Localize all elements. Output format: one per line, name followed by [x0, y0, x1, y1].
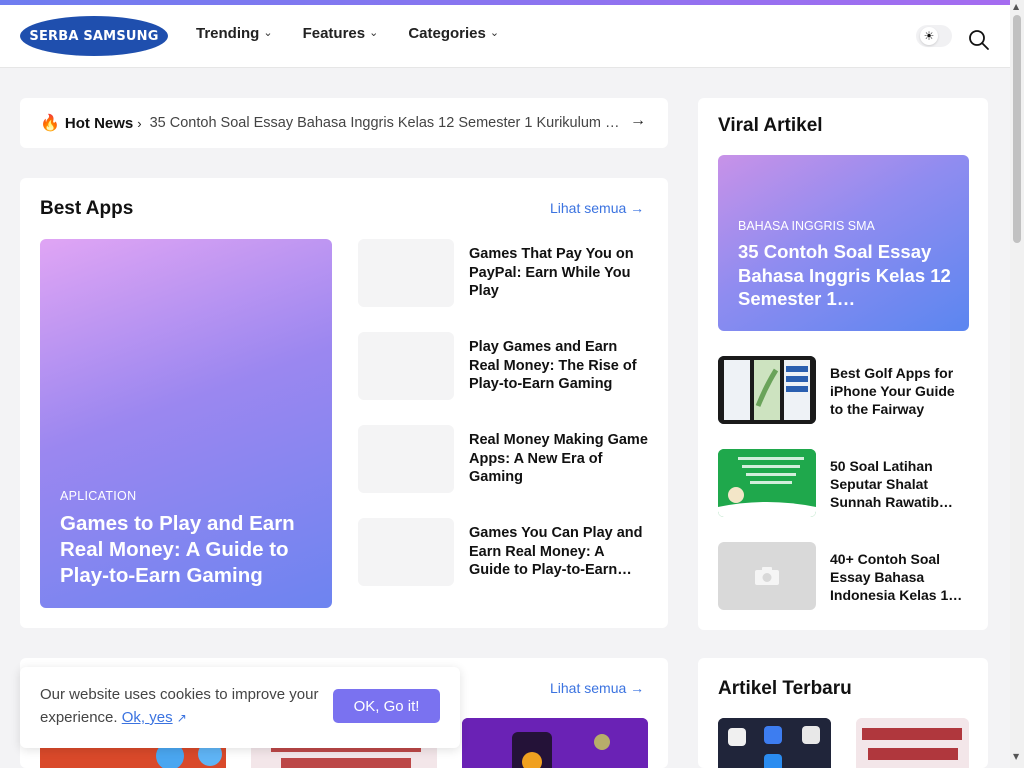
- sun-icon: ☀: [920, 27, 938, 45]
- cookie-banner: Our website uses cookies to improve your…: [20, 667, 460, 748]
- worksheet-cover-image: [718, 449, 816, 517]
- section-title: Viral Artikel: [718, 115, 823, 136]
- scrollbar-thumb[interactable]: [1013, 15, 1021, 243]
- article-title[interactable]: 40+ Contoh Soal Essay Bahasa Indonesia K…: [830, 550, 970, 604]
- list-item[interactable]: Games You Can Play and Earn Real Money: …: [358, 518, 648, 586]
- chevron-down-icon: ⌄: [369, 27, 379, 39]
- article-thumbnail[interactable]: [358, 425, 454, 493]
- article-title[interactable]: 50 Soal Latihan Seputar Shalat Sunnah Ra…: [830, 457, 970, 511]
- section-title: Best Apps: [40, 198, 134, 219]
- article-title[interactable]: Games You Can Play and Earn Real Money: …: [469, 524, 649, 580]
- cookie-accept-button[interactable]: OK, Go it!: [333, 689, 440, 723]
- article-title[interactable]: Play Games and Earn Real Money: The Rise…: [469, 338, 649, 394]
- phone-apps-image: [718, 718, 831, 768]
- site-header: SERBA SAMSUNG Trending ⌄ Features ⌄ Cate…: [0, 5, 1010, 68]
- see-all-link[interactable]: Lihat semua →: [550, 200, 644, 216]
- list-item[interactable]: Games That Pay You on PayPal: Earn While…: [358, 239, 648, 307]
- article-thumbnail[interactable]: [718, 356, 816, 424]
- chevron-down-icon: ⌄: [489, 27, 500, 39]
- nav-item-features[interactable]: Features ⌄: [303, 25, 379, 42]
- viral-section: Viral Artikel BAHASA INGGRIS SMA 35 Cont…: [698, 98, 988, 630]
- article-thumbnail[interactable]: [718, 718, 831, 768]
- hot-news-label: Hot News: [64, 114, 134, 132]
- scroll-up-icon[interactable]: ▲: [1013, 2, 1019, 11]
- article-thumbnail[interactable]: [718, 542, 816, 610]
- article-thumbnail[interactable]: [358, 332, 454, 400]
- external-link-icon: ↗: [176, 711, 187, 725]
- scroll-down-icon[interactable]: ▼: [1013, 752, 1019, 761]
- article-title[interactable]: Real Money Making Game Apps: A New Era o…: [469, 431, 649, 487]
- nav-item-label: Features: [302, 25, 366, 42]
- see-all-link[interactable]: Lihat semua →: [550, 680, 644, 696]
- list-item[interactable]: 40+ Contoh Soal Essay Bahasa Indonesia K…: [718, 542, 969, 610]
- list-item[interactable]: 50 Soal Latihan Seputar Shalat Sunnah Ra…: [718, 449, 969, 517]
- search-icon: [969, 30, 989, 50]
- nav-item-categories[interactable]: Categories ⌄: [408, 25, 499, 42]
- article-title[interactable]: Best Golf Apps for iPhone Your Guide to …: [830, 364, 970, 418]
- chevron-right-icon: ›: [137, 115, 142, 131]
- main-nav: Trending ⌄ Features ⌄ Categories ⌄: [196, 25, 499, 42]
- latest-articles-sidebar: Artikel Terbaru: [698, 658, 988, 768]
- hot-news-headline[interactable]: 35 Contoh Soal Essay Bahasa Inggris Kela…: [150, 115, 620, 131]
- site-logo[interactable]: SERBA SAMSUNG: [20, 16, 168, 56]
- article-thumbnail[interactable]: [462, 718, 648, 768]
- game-promo-image: [462, 718, 648, 768]
- list-item[interactable]: Play Games and Earn Real Money: The Rise…: [358, 332, 648, 400]
- cookie-accept-link[interactable]: Ok, yes: [122, 709, 173, 726]
- article-title[interactable]: Games to Play and Earn Real Money: A Gui…: [60, 511, 320, 589]
- nav-item-label: Categories: [408, 25, 486, 42]
- camera-placeholder-icon: [755, 567, 779, 585]
- hot-news-bar: 🔥 Hot News › 35 Contoh Soal Essay Bahasa…: [20, 98, 668, 148]
- nav-item-trending[interactable]: Trending ⌄: [196, 25, 273, 42]
- theme-toggle[interactable]: ☀: [916, 25, 952, 47]
- section-title: Artikel Terbaru: [718, 678, 852, 699]
- article-category[interactable]: BAHASA INGGRIS SMA: [738, 219, 875, 233]
- article-title[interactable]: 35 Contoh Soal Essay Bahasa Inggris Kela…: [738, 240, 958, 311]
- best-apps-section: Best Apps Lihat semua → APLICATION Games…: [20, 178, 668, 628]
- arrow-right-icon[interactable]: →: [630, 112, 646, 130]
- cookie-message: Our website uses cookies to improve your…: [40, 683, 330, 730]
- article-thumbnail[interactable]: [856, 718, 969, 768]
- article-title[interactable]: Games That Pay You on PayPal: Earn While…: [469, 245, 649, 301]
- article-category[interactable]: APLICATION: [60, 489, 136, 503]
- search-button[interactable]: [968, 29, 990, 51]
- article-thumbnail[interactable]: [358, 518, 454, 586]
- article-thumbnail[interactable]: [358, 239, 454, 307]
- list-item[interactable]: Best Golf Apps for iPhone Your Guide to …: [718, 356, 969, 424]
- featured-article[interactable]: BAHASA INGGRIS SMA 35 Contoh Soal Essay …: [718, 155, 969, 331]
- page-scrollbar[interactable]: ▲ ▼: [1010, 0, 1024, 768]
- article-thumbnail[interactable]: [718, 449, 816, 517]
- flame-icon: 🔥: [40, 115, 60, 132]
- nav-item-label: Trending: [196, 25, 260, 42]
- list-item[interactable]: Real Money Making Game Apps: A New Era o…: [358, 425, 648, 493]
- golf-app-screenshot-image: [718, 356, 816, 424]
- chevron-down-icon: ⌄: [263, 27, 273, 39]
- money-apps-cover-image: [856, 718, 969, 768]
- featured-article[interactable]: APLICATION Games to Play and Earn Real M…: [40, 239, 332, 608]
